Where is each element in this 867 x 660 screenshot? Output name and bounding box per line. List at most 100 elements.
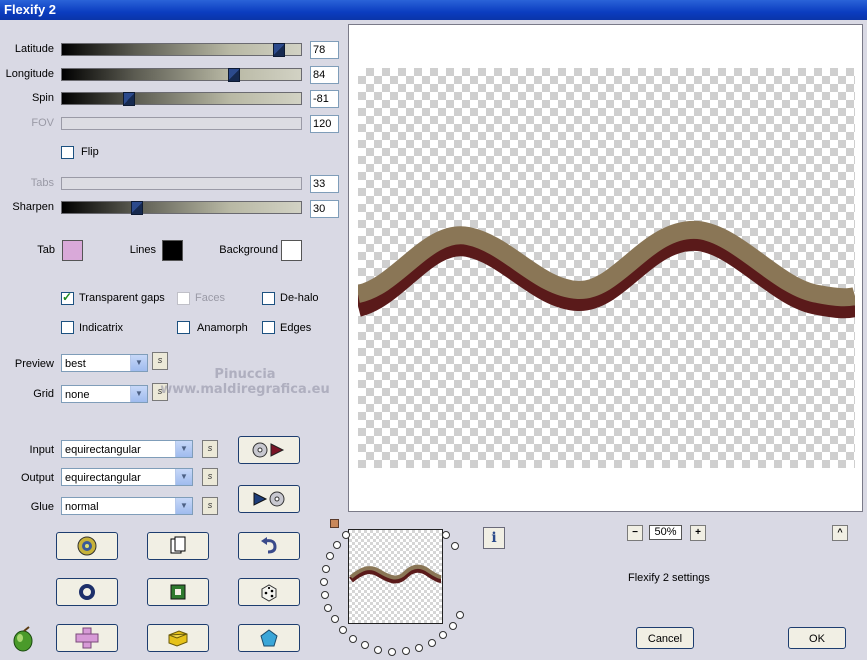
undo-button[interactable]: [238, 532, 300, 560]
navigator-dot[interactable]: [442, 531, 451, 540]
navigator-dot[interactable]: [321, 564, 330, 573]
dice-button[interactable]: [238, 578, 300, 606]
spin-value[interactable]: -81: [310, 90, 339, 108]
navigator-dot[interactable]: [387, 647, 396, 656]
preview-select-label: Preview: [14, 358, 54, 370]
longitude-slider[interactable]: [61, 68, 302, 82]
fov-slider: [61, 117, 302, 130]
navigator-dot[interactable]: [330, 615, 339, 624]
de-halo-checkbox[interactable]: [262, 292, 275, 305]
navigator-dot[interactable]: [338, 625, 347, 634]
sharpen-slider[interactable]: [61, 201, 302, 215]
glue-s-button[interactable]: s: [202, 497, 218, 515]
play-output-button[interactable]: [238, 485, 300, 513]
indicatrix-checkbox[interactable]: [61, 321, 74, 334]
latitude-slider-thumb[interactable]: [273, 43, 285, 57]
navigator-dot[interactable]: [333, 541, 341, 550]
ring-icon: [79, 584, 95, 600]
preview-select[interactable]: best ▼: [61, 354, 148, 372]
output-s-button[interactable]: s: [202, 468, 218, 486]
wave-render: [358, 220, 855, 319]
thumbnail-wave: [349, 564, 442, 584]
copy-button[interactable]: [147, 532, 209, 560]
anamorph-checkbox[interactable]: [177, 321, 190, 334]
output-select[interactable]: equirectangular ▼: [61, 468, 193, 486]
longitude-slider-thumb[interactable]: [228, 68, 240, 82]
navigator-dot[interactable]: [451, 541, 460, 550]
chevron-down-icon[interactable]: ▼: [175, 469, 192, 485]
navigator-dot[interactable]: [361, 641, 370, 650]
latitude-value[interactable]: 78: [310, 41, 339, 59]
edges-label: Edges: [280, 322, 312, 334]
square-frame-icon: [170, 584, 186, 600]
longitude-value[interactable]: 84: [310, 66, 339, 84]
tab-color-swatch[interactable]: [62, 240, 83, 261]
longitude-label: Longitude: [5, 68, 54, 80]
background-color-swatch[interactable]: [281, 240, 302, 261]
play-input-button[interactable]: [238, 436, 300, 464]
preview-canvas[interactable]: [348, 24, 863, 512]
input-select[interactable]: equirectangular ▼: [61, 440, 193, 458]
navigator-dot[interactable]: [324, 603, 333, 612]
navigator-dot[interactable]: [401, 647, 410, 656]
zoom-in-button[interactable]: +: [690, 525, 706, 541]
navigator-thumbnail[interactable]: [348, 529, 443, 624]
transparent-gaps-label: Transparent gaps: [79, 292, 165, 304]
watermark-line1: Pinuccia: [214, 367, 276, 382]
latitude-label: Latitude: [14, 43, 54, 55]
chevron-down-icon[interactable]: ▼: [130, 386, 147, 402]
navigator-dot[interactable]: [415, 644, 424, 653]
sharpen-value[interactable]: 30: [310, 200, 339, 218]
cancel-button[interactable]: Cancel: [636, 627, 694, 649]
flip-checkbox[interactable]: [61, 146, 74, 159]
glue-select[interactable]: normal ▼: [61, 497, 193, 515]
latitude-slider[interactable]: [61, 43, 302, 57]
chevron-down-icon[interactable]: ▼: [175, 441, 192, 457]
spin-slider[interactable]: [61, 92, 302, 106]
chevron-down-icon[interactable]: ▼: [130, 355, 147, 371]
circle-shape-button[interactable]: [56, 578, 118, 606]
navigator-dot[interactable]: [427, 638, 436, 647]
faces-label: Faces: [195, 292, 225, 304]
sharpen-slider-thumb[interactable]: [131, 201, 143, 215]
zoom-out-button[interactable]: −: [627, 525, 643, 541]
cube-shape-button[interactable]: [147, 624, 209, 652]
pentagon-shape-button[interactable]: [238, 624, 300, 652]
spin-slider-thumb[interactable]: [123, 92, 135, 106]
preview-select-value: best: [65, 358, 86, 370]
tabs-label: Tabs: [30, 177, 54, 189]
navigator-dot[interactable]: [342, 531, 350, 540]
navigator-dot[interactable]: [326, 552, 335, 561]
cross-shape-button[interactable]: [56, 624, 118, 652]
navigator-dot[interactable]: [374, 645, 383, 654]
anamorph-label: Anamorph: [197, 322, 248, 334]
fov-label: FOV: [31, 117, 54, 129]
transparent-gaps-checkbox[interactable]: ✓: [61, 290, 74, 305]
indicatrix-label: Indicatrix: [79, 322, 124, 334]
navigator-dot[interactable]: [349, 634, 358, 643]
chevron-down-icon[interactable]: ▼: [175, 498, 192, 514]
grid-select[interactable]: none ▼: [61, 385, 148, 403]
copy-icon: [170, 536, 186, 554]
zoom-level[interactable]: 50%: [649, 525, 682, 540]
navigator-dot[interactable]: [320, 590, 329, 599]
lines-color-swatch[interactable]: [162, 240, 183, 261]
tabs-slider: [61, 177, 302, 190]
ok-button[interactable]: OK: [788, 627, 846, 649]
pentagon-icon: [260, 629, 278, 647]
navigator-dot[interactable]: [448, 621, 457, 630]
nav-handle[interactable]: [330, 519, 339, 528]
disc-play-icon: [252, 442, 285, 458]
background-color-label: Background: [219, 244, 278, 256]
edges-checkbox[interactable]: [262, 321, 275, 334]
navigator-dot[interactable]: [320, 577, 329, 586]
info-button[interactable]: i: [483, 527, 505, 549]
scroll-up-button[interactable]: ^: [832, 525, 848, 541]
randomize-button[interactable]: [56, 532, 118, 560]
spin-label: Spin: [31, 92, 54, 104]
navigator-dot[interactable]: [439, 631, 448, 640]
input-s-button[interactable]: s: [202, 440, 218, 458]
square-shape-button[interactable]: [147, 578, 209, 606]
navigator-dot[interactable]: [456, 610, 465, 619]
settings-wheel-icon: [77, 536, 97, 556]
